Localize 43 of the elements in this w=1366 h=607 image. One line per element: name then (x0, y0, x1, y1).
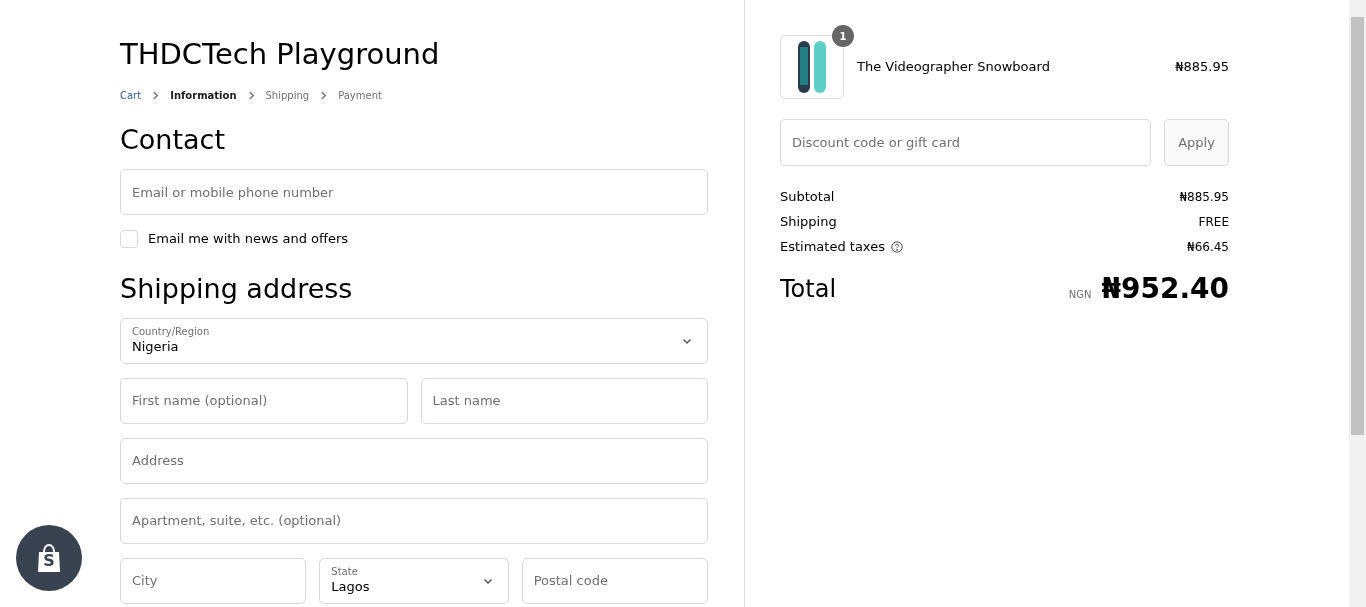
shop-button[interactable]: S (16, 525, 82, 591)
field-value: Lagos (331, 578, 370, 595)
snowboard-image (796, 39, 828, 95)
chevron-icon (151, 91, 161, 100)
chevron-icon (319, 91, 329, 100)
chevron-icon (246, 91, 256, 100)
store-title: THDCTech Playground (120, 36, 441, 72)
total-label: Total (780, 274, 837, 305)
section-heading: Contact (120, 123, 227, 157)
email-field[interactable]: Email or mobile phone number (120, 169, 708, 215)
select-field[interactable]: Country/Region Nigeria (120, 317, 708, 364)
summary-value: ₦66.45 (1187, 238, 1229, 256)
discount-code-field[interactable]: Discount code or gift card (780, 119, 1151, 166)
breadcrumb-item: Information (170, 89, 237, 103)
input-field[interactable]: City (120, 557, 307, 604)
product-name: The Videographer Snowboard (857, 58, 1051, 77)
breadcrumb-link[interactable]: Cart (120, 88, 142, 103)
select-field[interactable]: State Lagos (319, 557, 509, 604)
input-field[interactable]: Postal code (521, 557, 708, 604)
checkbox[interactable] (120, 229, 138, 248)
summary-label: Subtotal (780, 187, 835, 206)
input-field[interactable]: Apartment, suite, etc. (optional) (120, 497, 708, 544)
summary-label: Shipping (780, 212, 837, 231)
summary-label: Estimated taxes (780, 237, 885, 256)
quantity-badge: 1 (832, 25, 854, 47)
section-heading: Shipping address (120, 271, 354, 306)
field-value: Nigeria (132, 338, 179, 355)
total-amount: ₦952.40 (1101, 271, 1229, 307)
product-price: ₦885.95 (1175, 58, 1229, 77)
field-label: Country/Region (132, 326, 210, 338)
breadcrumb-item: Shipping (265, 89, 310, 103)
summary-value: FREE (1198, 213, 1229, 231)
input-field[interactable]: Address (120, 437, 708, 484)
currency-code: NGN (1068, 288, 1092, 302)
input-field[interactable]: Last name (420, 377, 708, 424)
field-label: State (331, 566, 358, 578)
input-field[interactable]: First name (optional) (120, 377, 408, 424)
summary-value: ₦885.95 (1179, 188, 1229, 206)
scrollbar[interactable] (1349, 0, 1366, 607)
help-icon[interactable] (890, 240, 903, 253)
apply-button[interactable]: Apply (1164, 119, 1229, 166)
checkbox-label: Email me with news and offers (148, 230, 349, 248)
breadcrumb-item: Payment (338, 89, 382, 103)
